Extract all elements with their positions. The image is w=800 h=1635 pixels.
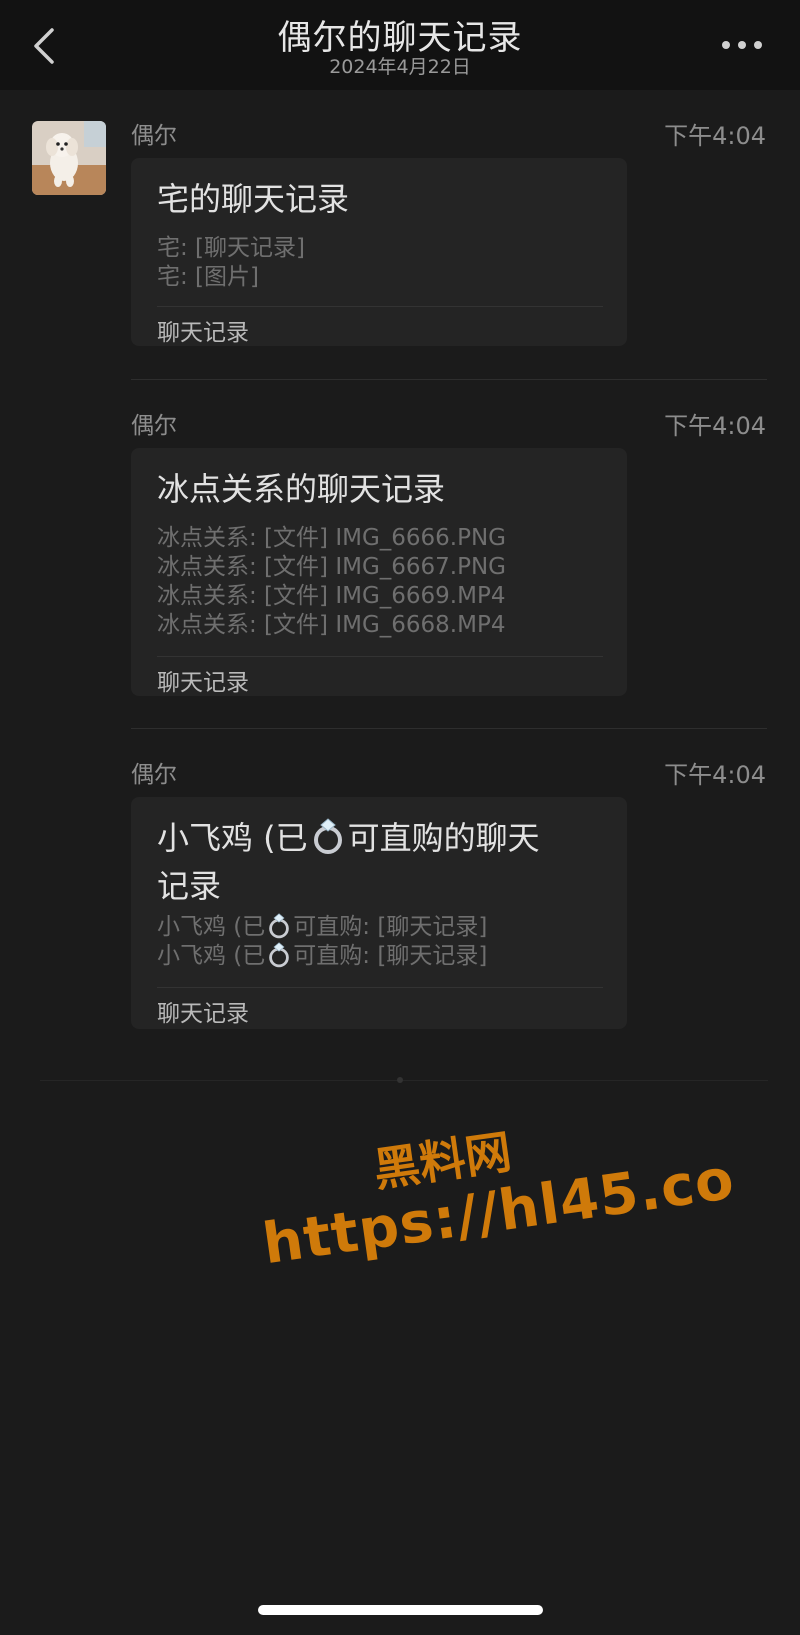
sender-name: 偶尔 [131,762,177,788]
list-end-dot [397,1077,403,1083]
message-time: 下午4:04 [664,122,766,150]
card-title: 小飞鸡 (已 可直购的聊天 记录 [157,815,603,907]
ring-emoji-icon [265,940,293,974]
card-footer-label: 聊天记录 [157,320,249,346]
chat-history-page: 偶尔的聊天记录 2024年4月22日 偶尔 下午4:04 宅的聊天记录 宅: [… [0,0,800,1635]
card-preview-line: 冰点关系: [文件] IMG_6668.MP4 [157,612,506,638]
sender-name: 偶尔 [131,123,177,149]
home-indicator[interactable] [258,1605,543,1615]
card-title-part: 小飞鸡 (已 [157,819,308,857]
card-divider [157,306,603,307]
page-date: 2024年4月22日 [329,56,471,78]
more-dots-icon [722,41,762,49]
preview-text: 小飞鸡 (已 [157,943,266,969]
card-title: 宅的聊天记录 [157,180,350,218]
card-divider [157,656,603,657]
message-time: 下午4:04 [664,761,766,789]
ring-emoji-icon [308,815,348,865]
sender-name: 偶尔 [131,413,177,439]
dog-photo-icon [32,121,106,195]
preview-text: 可直购: [聊天记录] [293,943,488,969]
card-title-part: 记录 [157,867,222,905]
message-separator [131,728,767,729]
list-end-separator [40,1080,768,1081]
more-button[interactable] [716,30,774,60]
avatar[interactable] [32,121,106,195]
card-preview-line: 宅: [图片] [157,264,260,290]
chat-record-card[interactable]: 小飞鸡 (已 可直购的聊天 记录 小飞鸡 (已 可直购: [聊天记录] 小飞鸡 (已… [131,797,627,1029]
message-time: 下午4:04 [664,412,766,440]
nav-header: 偶尔的聊天记录 2024年4月22日 [0,0,800,90]
card-footer-label: 聊天记录 [157,670,249,696]
watermark: 黑料网 https://hl45.co [250,1090,738,1320]
card-divider [157,987,603,988]
card-preview-line: 小飞鸡 (已 可直购: [聊天记录] [157,936,617,974]
chat-record-card[interactable]: 宅的聊天记录 宅: [聊天记录] 宅: [图片] 聊天记录 [131,158,627,346]
chat-record-card[interactable]: 冰点关系的聊天记录 冰点关系: [文件] IMG_6666.PNG 冰点关系: … [131,448,627,696]
card-footer-label: 聊天记录 [157,1001,249,1027]
card-title-part: 可直购的聊天 [347,819,540,857]
message-separator [131,379,767,380]
card-title: 冰点关系的聊天记录 [157,470,446,508]
